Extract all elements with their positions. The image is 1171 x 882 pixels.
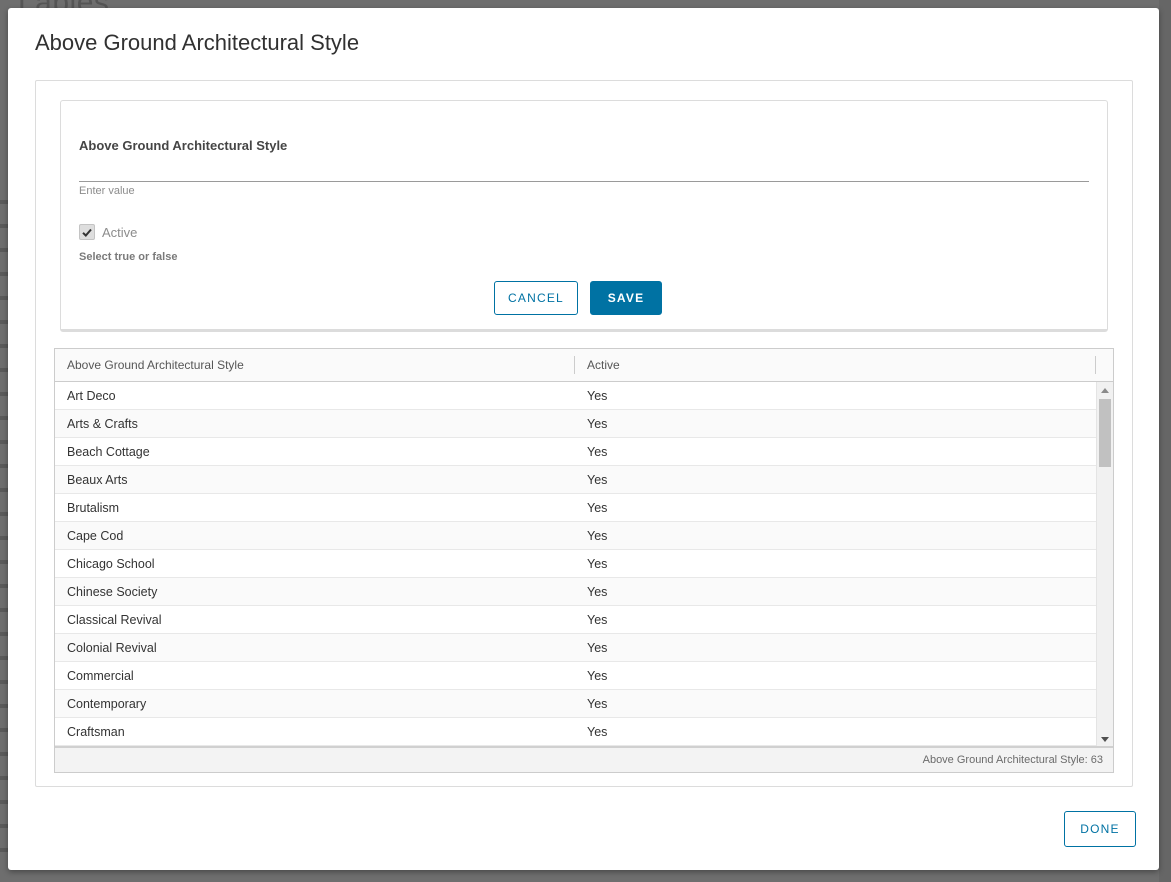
checkmark-icon — [82, 228, 92, 237]
grid-footer-count: Above Ground Architectural Style: 63 — [55, 746, 1113, 772]
cell-style-name: Brutalism — [67, 501, 120, 515]
table-row[interactable]: Brutalism Yes — [55, 494, 1096, 522]
column-header-active[interactable]: Active — [575, 349, 1096, 381]
grid-header: Above Ground Architectural Style Active — [55, 349, 1113, 382]
data-grid: Above Ground Architectural Style Active … — [54, 348, 1114, 773]
cell-active: Yes — [587, 697, 608, 711]
table-row[interactable]: Beach Cottage Yes — [55, 438, 1096, 466]
grid-body: Art Deco Yes Arts & Crafts Yes Beach Cottage… — [55, 382, 1096, 747]
table-row[interactable]: Classical Revival Yes — [55, 606, 1096, 634]
scroll-up-arrow-icon[interactable] — [1097, 383, 1113, 397]
cell-active: Yes — [587, 417, 608, 431]
cell-style-name: Cape Cod — [67, 529, 124, 543]
cell-style-name: Contemporary — [67, 697, 147, 711]
table-row[interactable]: Commercial Yes — [55, 662, 1096, 690]
column-header-style[interactable]: Above Ground Architectural Style — [55, 349, 575, 381]
cell-style-name: Classical Revival — [67, 613, 162, 627]
save-button[interactable]: SAVE — [590, 281, 662, 315]
cell-style-name: Beach Cottage — [67, 445, 150, 459]
cell-style-name: Commercial — [67, 669, 134, 683]
cell-active: Yes — [587, 389, 608, 403]
table-row[interactable]: Art Deco Yes — [55, 382, 1096, 410]
cell-style-name: Beaux Arts — [67, 473, 128, 487]
cell-style-name: Colonial Revival — [67, 641, 157, 655]
cell-active: Yes — [587, 557, 608, 571]
active-checkbox-row[interactable]: Active — [79, 224, 137, 240]
cell-style-name: Chicago School — [67, 557, 155, 571]
cell-active: Yes — [587, 529, 608, 543]
modal-content-card: Above Ground Architectural Style Enter v… — [35, 80, 1133, 787]
table-row[interactable]: Chicago School Yes — [55, 550, 1096, 578]
cell-style-name: Art Deco — [67, 389, 116, 403]
cell-active: Yes — [587, 585, 608, 599]
cell-active: Yes — [587, 613, 608, 627]
table-row[interactable]: Cape Cod Yes — [55, 522, 1096, 550]
cell-active: Yes — [587, 725, 608, 739]
cell-style-name: Arts & Crafts — [67, 417, 138, 431]
cell-active: Yes — [587, 641, 608, 655]
done-button[interactable]: DONE — [1064, 811, 1136, 847]
cell-style-name: Craftsman — [67, 725, 125, 739]
table-row[interactable]: Chinese Society Yes — [55, 578, 1096, 606]
background-list — [0, 180, 8, 860]
scrollbar-thumb[interactable] — [1099, 399, 1111, 467]
table-row[interactable]: Craftsman Yes — [55, 718, 1096, 746]
active-helper-text: Select true or false — [79, 251, 178, 263]
grid-scrollbar[interactable] — [1096, 382, 1113, 747]
input-helper-text: Enter value — [79, 185, 135, 197]
field-label: Above Ground Architectural Style — [79, 138, 288, 153]
modal-dialog: Above Ground Architectural Style Above G… — [8, 8, 1159, 870]
cell-style-name: Chinese Society — [67, 585, 158, 599]
cancel-button[interactable]: CANCEL — [494, 281, 578, 315]
cell-active: Yes — [587, 669, 608, 683]
table-row[interactable]: Beaux Arts Yes — [55, 466, 1096, 494]
cell-active: Yes — [587, 501, 608, 515]
background-scrollbar — [1159, 0, 1171, 882]
value-input[interactable] — [79, 161, 1089, 182]
cell-active: Yes — [587, 473, 608, 487]
table-row[interactable]: Contemporary Yes — [55, 690, 1096, 718]
table-row[interactable]: Colonial Revival Yes — [55, 634, 1096, 662]
scroll-down-arrow-icon[interactable] — [1097, 732, 1113, 746]
active-checkbox-label: Active — [102, 224, 138, 240]
column-separator[interactable] — [1095, 356, 1096, 374]
cell-active: Yes — [587, 445, 608, 459]
edit-form-card: Above Ground Architectural Style Enter v… — [60, 100, 1108, 332]
active-checkbox[interactable] — [79, 224, 95, 240]
table-row[interactable]: Arts & Crafts Yes — [55, 410, 1096, 438]
modal-title: Above Ground Architectural Style — [35, 30, 360, 55]
